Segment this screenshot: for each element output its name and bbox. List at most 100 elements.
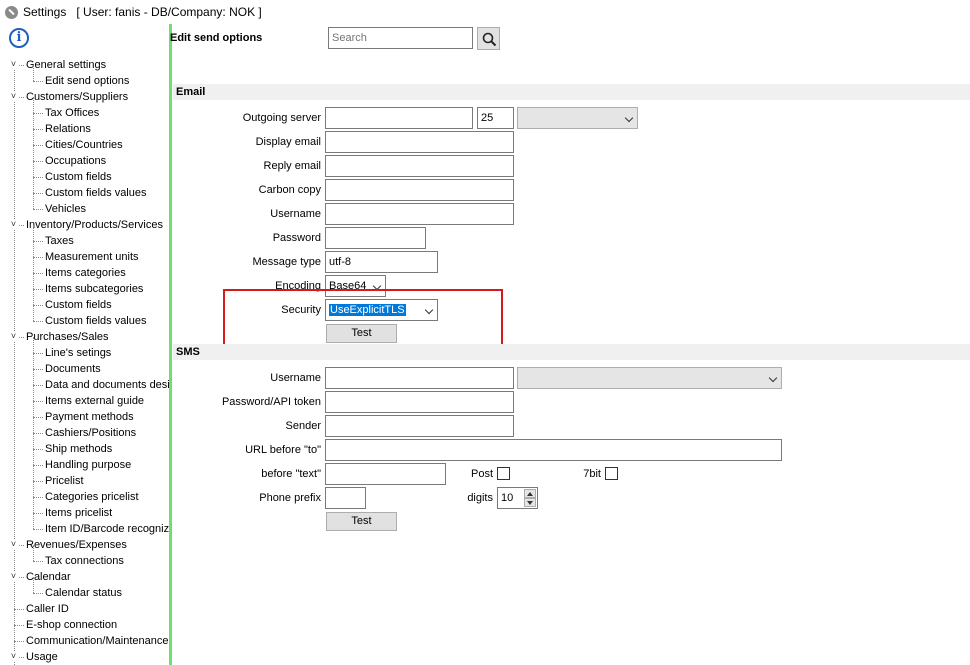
tree-item-label: Communication/Maintenance [26, 635, 169, 647]
tree-item[interactable]: Communication/Maintenance [0, 633, 169, 649]
tree-item[interactable]: ˅ General settings [0, 57, 169, 73]
sender-label: Sender [285, 420, 321, 432]
tree-item[interactable]: ˅ Customers/Suppliers [0, 89, 169, 105]
before-text-label: before "text" [261, 468, 321, 480]
tree-item[interactable]: Relations [0, 113, 169, 137]
tree-item[interactable]: ˅ Calendar [0, 569, 169, 585]
server-type-select[interactable] [517, 107, 638, 129]
tree-item[interactable]: Cities/Countries [0, 129, 169, 153]
tree-item-label: Inventory/Products/Services [26, 219, 163, 231]
tree-item-label: Payment methods [45, 411, 134, 423]
message-type-input[interactable]: utf-8 [325, 251, 438, 273]
settings-tree-panel: i ˅ General settings Edit send options ˅ Cus… [0, 24, 172, 665]
chevron-down-icon[interactable]: ˅ [9, 652, 18, 661]
url-before-to-label: URL before "to" [245, 444, 321, 456]
tree-item-label: Usage [26, 651, 58, 663]
chevron-down-icon[interactable]: ˅ [9, 572, 18, 581]
message-type-label: Message type [252, 256, 321, 268]
chevron-down-icon[interactable]: ˅ [9, 540, 18, 549]
tree-item[interactable]: Documents [0, 353, 169, 377]
tree-item[interactable]: Tax Offices [0, 97, 169, 121]
tree-item[interactable]: Custom fields values [0, 305, 169, 329]
phone-prefix-input[interactable] [325, 487, 366, 509]
tree-item-label: Relations [45, 123, 91, 135]
carbon-copy-label: Carbon copy [258, 184, 321, 196]
tree-item[interactable]: Data and documents desi [0, 369, 169, 393]
email-test-button[interactable]: Test [326, 324, 397, 343]
spin-up-icon[interactable] [524, 489, 536, 498]
sms-username-input[interactable] [325, 367, 514, 389]
email-username-input[interactable] [325, 203, 514, 225]
display-email-input[interactable] [325, 131, 514, 153]
tree-item-label: Items pricelist [45, 507, 113, 519]
tree-item[interactable]: Items pricelist [0, 497, 169, 521]
tree-item[interactable]: Items external guide [0, 385, 169, 409]
tree-item-label: Calendar status [45, 587, 123, 599]
reply-email-input[interactable] [325, 155, 514, 177]
search-input[interactable] [328, 27, 473, 49]
sms-test-button[interactable]: Test [326, 512, 397, 531]
7bit-label: 7bit [583, 468, 601, 480]
digits-label: digits [467, 492, 493, 504]
sender-input[interactable] [325, 415, 514, 437]
sms-provider-select[interactable] [517, 367, 782, 389]
email-password-input[interactable] [325, 227, 426, 249]
chevron-down-icon [424, 305, 434, 315]
tree-item[interactable]: Caller ID [0, 601, 169, 617]
main-content: Edit send options Email Outgoing server … [170, 24, 970, 665]
chevron-down-icon[interactable]: ˅ [9, 60, 18, 69]
tree-item[interactable]: Categories pricelist [0, 481, 169, 505]
tree-item[interactable]: Calendar status [0, 577, 169, 601]
tree-item[interactable]: Item ID/Barcode recognize [0, 513, 169, 537]
tree-item[interactable]: Edit send options [0, 65, 169, 89]
spin-down-icon[interactable] [524, 498, 536, 507]
tree-item[interactable]: Tax connections [0, 545, 169, 569]
tree-item[interactable]: E-shop connection [0, 617, 169, 633]
tree-item[interactable]: ˅ Revenues/Expenses [0, 537, 169, 553]
sms-password-label: Password/API token [221, 396, 321, 408]
tree-item[interactable]: Custom fields values [0, 177, 169, 201]
7bit-checkbox[interactable] [605, 467, 618, 480]
tree-item[interactable]: ˅ Usage [0, 649, 169, 665]
security-select[interactable]: UseExplicitTLS [325, 299, 438, 321]
tree-item[interactable]: Cashiers/Positions [0, 417, 169, 441]
tree-item-label: General settings [26, 59, 107, 71]
tree-item[interactable]: Taxes [0, 225, 169, 249]
sms-password-input[interactable] [325, 391, 514, 413]
digits-value: 10 [501, 492, 514, 504]
tree-item-label: Cities/Countries [45, 139, 123, 151]
digits-spinner[interactable]: 10 [497, 487, 538, 509]
tree-item[interactable]: Line's setings [0, 337, 169, 361]
before-text-input[interactable] [325, 463, 446, 485]
tree-item[interactable]: Items categories [0, 257, 169, 281]
tree-item[interactable]: Custom fields [0, 161, 169, 185]
tree-item-label: Categories pricelist [45, 491, 139, 503]
tree-item[interactable]: Payment methods [0, 401, 169, 425]
tree-item-label: Customers/Suppliers [26, 91, 129, 103]
tree-item[interactable]: ˅ Inventory/Products/Services [0, 217, 169, 233]
port-input[interactable]: 25 [477, 107, 514, 129]
info-icon[interactable]: i [9, 28, 29, 48]
window-title: Settings [23, 5, 67, 19]
tree-item[interactable]: Vehicles [0, 193, 169, 217]
sms-section-header: SMS [173, 344, 970, 360]
page-title: Edit send options [170, 32, 263, 44]
tree-item-label: Caller ID [26, 603, 69, 615]
outgoing-server-input[interactable] [325, 107, 473, 129]
chevron-down-icon[interactable]: ˅ [9, 220, 18, 229]
tree-item[interactable]: Handling purpose [0, 449, 169, 473]
chevron-down-icon[interactable]: ˅ [9, 332, 18, 341]
post-checkbox[interactable] [497, 467, 510, 480]
tree-item[interactable]: Pricelist [0, 465, 169, 489]
search-button[interactable] [477, 27, 500, 50]
tree-item[interactable]: Ship methods [0, 433, 169, 457]
carbon-copy-input[interactable] [325, 179, 514, 201]
security-label: Security [281, 304, 321, 316]
url-before-to-input[interactable] [325, 439, 782, 461]
tree-item[interactable]: Occupations [0, 145, 169, 169]
tree-item[interactable]: ˅ Purchases/Sales [0, 329, 169, 345]
tree-item[interactable]: Measurement units [0, 241, 169, 265]
chevron-down-icon[interactable]: ˅ [9, 92, 18, 101]
tree-item[interactable]: Custom fields [0, 289, 169, 313]
tree-item[interactable]: Items subcategories [0, 273, 169, 297]
